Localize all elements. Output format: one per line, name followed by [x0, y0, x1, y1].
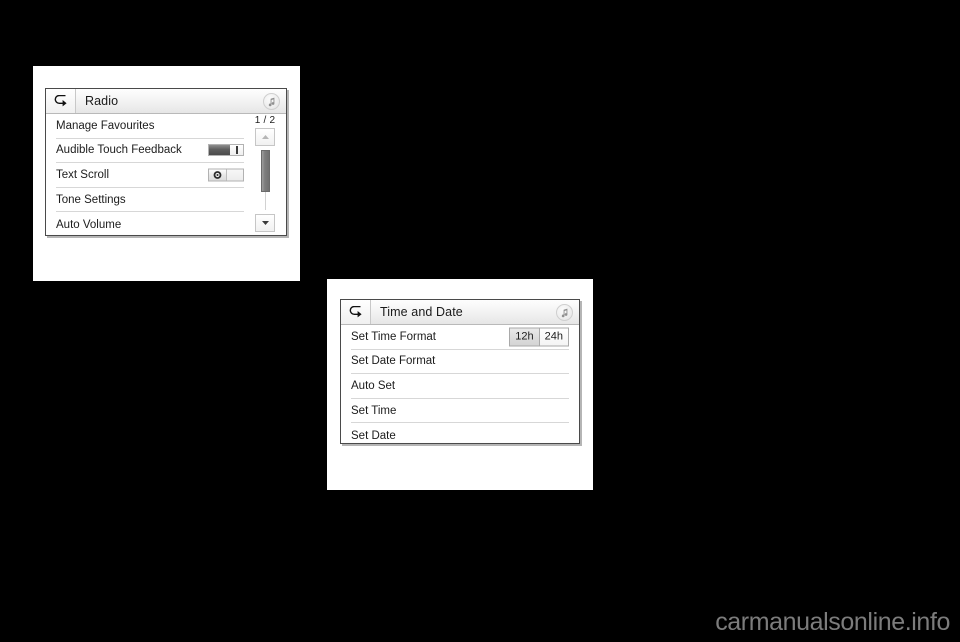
- menu-row-label: Auto Volume: [56, 218, 122, 231]
- watermark: carmanualsonline.info: [715, 608, 950, 636]
- time-format-option-24h[interactable]: 24h: [539, 328, 568, 346]
- audio-source-button[interactable]: [556, 304, 573, 321]
- menu-row[interactable]: Auto Set: [351, 374, 569, 399]
- menu-row-label: Set Time Format: [351, 330, 436, 343]
- music-note-icon: [560, 308, 569, 318]
- page-indicator: 1 / 2: [254, 115, 276, 126]
- circle-dot-icon: [213, 170, 222, 179]
- menu-row[interactable]: Manage Favourites: [56, 114, 244, 139]
- menu-row-control: [208, 144, 244, 157]
- menu-row-control: 12h 24h: [509, 327, 569, 347]
- menu-body-timedate: Set Time Format 12h 24h Set Date Format …: [341, 325, 579, 442]
- time-format-segmented-control[interactable]: 12h 24h: [509, 327, 569, 347]
- slider-knob-icon[interactable]: [230, 145, 243, 156]
- audio-source-button[interactable]: [263, 93, 280, 110]
- menu-row-list-radio: Manage Favourites Audible Touch Feedback: [56, 114, 244, 234]
- back-arrow-icon: [349, 306, 363, 318]
- scroll-up-button[interactable]: [255, 128, 275, 146]
- page-root: Radio Manage Favourites Audible Touch Fe…: [0, 0, 960, 642]
- time-format-option-12h[interactable]: 12h: [510, 328, 540, 346]
- menu-row-label: Tone Settings: [56, 193, 126, 206]
- back-arrow-icon: [54, 95, 68, 107]
- scroll-down-button[interactable]: [255, 214, 275, 232]
- chevron-down-icon: [261, 220, 270, 226]
- menu-row[interactable]: Audible Touch Feedback: [56, 139, 244, 164]
- infotainment-screen-radio: Radio Manage Favourites Audible Touch Fe…: [45, 88, 287, 236]
- menu-row-label: Text Scroll: [56, 168, 110, 181]
- menu-body-radio: Manage Favourites Audible Touch Feedback: [46, 114, 286, 234]
- back-button[interactable]: [46, 89, 76, 113]
- scroll-thumb[interactable]: [260, 150, 270, 192]
- menu-row-label: Set Date Format: [351, 355, 436, 368]
- music-note-icon: [267, 97, 276, 107]
- menu-row-label: Auto Set: [351, 379, 396, 392]
- page-title: Time and Date: [380, 305, 463, 319]
- back-button[interactable]: [341, 300, 371, 324]
- menu-row-label: Manage Favourites: [56, 119, 155, 132]
- menu-row[interactable]: Text Scroll: [56, 163, 244, 188]
- audible-touch-feedback-slider[interactable]: [208, 144, 244, 157]
- page-title: Radio: [85, 94, 119, 108]
- menu-row-label: Set Time: [351, 404, 397, 417]
- titlebar-timedate: Time and Date: [341, 300, 579, 325]
- figure-card-timedate: Time and Date Set Time Format 12h 24h Se…: [327, 279, 593, 490]
- text-scroll-toggle[interactable]: [208, 168, 244, 182]
- toggle-track: [227, 169, 243, 181]
- menu-row[interactable]: Set Time: [351, 399, 569, 424]
- menu-row[interactable]: Set Date: [351, 423, 569, 443]
- menu-row-label: Audible Touch Feedback: [56, 144, 182, 157]
- menu-row[interactable]: Auto Volume: [56, 212, 244, 235]
- menu-row[interactable]: Set Time Format 12h 24h: [351, 325, 569, 350]
- menu-row[interactable]: Tone Settings: [56, 188, 244, 213]
- infotainment-screen-timedate: Time and Date Set Time Format 12h 24h Se…: [340, 299, 580, 444]
- chevron-up-icon: [261, 134, 270, 140]
- menu-row-list-timedate: Set Time Format 12h 24h Set Date Format …: [351, 325, 569, 442]
- slider-fill: [209, 145, 230, 156]
- menu-row[interactable]: Set Date Format: [351, 350, 569, 375]
- figure-card-radio: Radio Manage Favourites Audible Touch Fe…: [33, 66, 300, 281]
- toggle-thumb[interactable]: [209, 169, 227, 181]
- scroll-track[interactable]: [260, 150, 270, 210]
- menu-row-control: [208, 168, 244, 182]
- scrollbar-column: 1 / 2: [248, 114, 282, 232]
- titlebar-radio: Radio: [46, 89, 286, 114]
- menu-row-label: Set Date: [351, 429, 396, 442]
